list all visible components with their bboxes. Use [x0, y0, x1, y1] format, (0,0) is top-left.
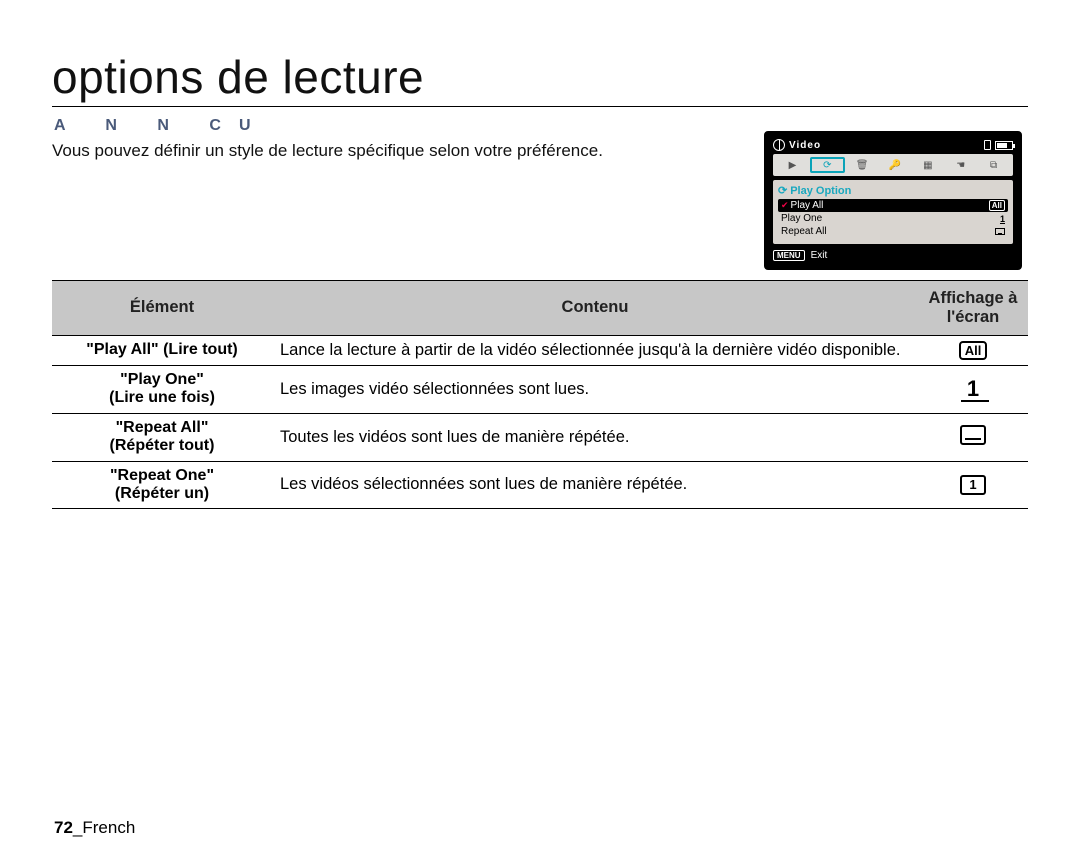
page-footer: 72_French	[54, 818, 135, 838]
row-content: Lance la lecture à partir de la vidéo sé…	[272, 335, 918, 365]
page-title: options de lecture	[52, 50, 1028, 107]
tab-play-icon: ▶	[777, 157, 808, 173]
row-icon-one: 1	[918, 365, 1028, 413]
row-content: Les vidéos sélectionnées sont lues de ma…	[272, 461, 918, 509]
row-icon-repeat-all	[918, 413, 1028, 461]
device-screen-preview: Video ▶ ⟳ 🗑 🔑 ▦ ☚ ⧉ ⟳Play Option	[764, 131, 1022, 270]
tab-play-option-icon: ⟳	[810, 157, 845, 173]
battery-icon	[995, 141, 1013, 150]
globe-icon	[773, 139, 785, 151]
table-row: Repeat All(Répéter tout) Toutes les vidé…	[52, 413, 1028, 461]
device-menu-item-selected: ✔Play All All	[778, 199, 1008, 212]
tab-grid-icon: ▦	[912, 157, 943, 173]
row-content: Les images vidéo sélectionnées sont lues…	[272, 365, 918, 413]
tab-delete-icon: 🗑	[847, 157, 878, 173]
device-mode-label: Video	[789, 140, 821, 151]
row-label: Repeat All(Répéter tout)	[52, 413, 272, 461]
row-icon-all: All	[918, 335, 1028, 365]
card-icon	[984, 140, 991, 150]
device-menu-item: Play One 1	[778, 212, 1008, 225]
device-menu-item: Repeat All	[778, 225, 1008, 238]
table-row: Play One(Lire une fois) Les images vidéo…	[52, 365, 1028, 413]
col-header-element: Élément	[52, 281, 272, 336]
row-content: Toutes les vidéos sont lues de manière r…	[272, 413, 918, 461]
row-icon-repeat-one: 1	[918, 461, 1028, 509]
col-header-display: Afﬁchage à l'écran	[918, 281, 1028, 336]
col-header-content: Contenu	[272, 281, 918, 336]
row-label: Repeat One(Répéter un)	[52, 461, 272, 509]
device-menu-title: ⟳Play Option	[778, 184, 1008, 197]
table-row: Play All (Lire tout) Lance la lecture à …	[52, 335, 1028, 365]
row-label: Play All (Lire tout)	[52, 335, 272, 365]
options-table: Élément Contenu Afﬁchage à l'écran Play …	[52, 280, 1028, 509]
tab-protect-icon: 🔑	[880, 157, 911, 173]
row-label: Play One(Lire une fois)	[52, 365, 272, 413]
tab-hand-icon: ☚	[945, 157, 976, 173]
table-row: Repeat One(Répéter un) Les vidéos sélect…	[52, 461, 1028, 509]
device-tab-strip: ▶ ⟳ 🗑 🔑 ▦ ☚ ⧉	[773, 154, 1013, 176]
device-exit-label: Exit	[811, 250, 828, 261]
tab-copy-icon: ⧉	[978, 157, 1009, 173]
menu-key-icon: MENU	[773, 250, 805, 261]
